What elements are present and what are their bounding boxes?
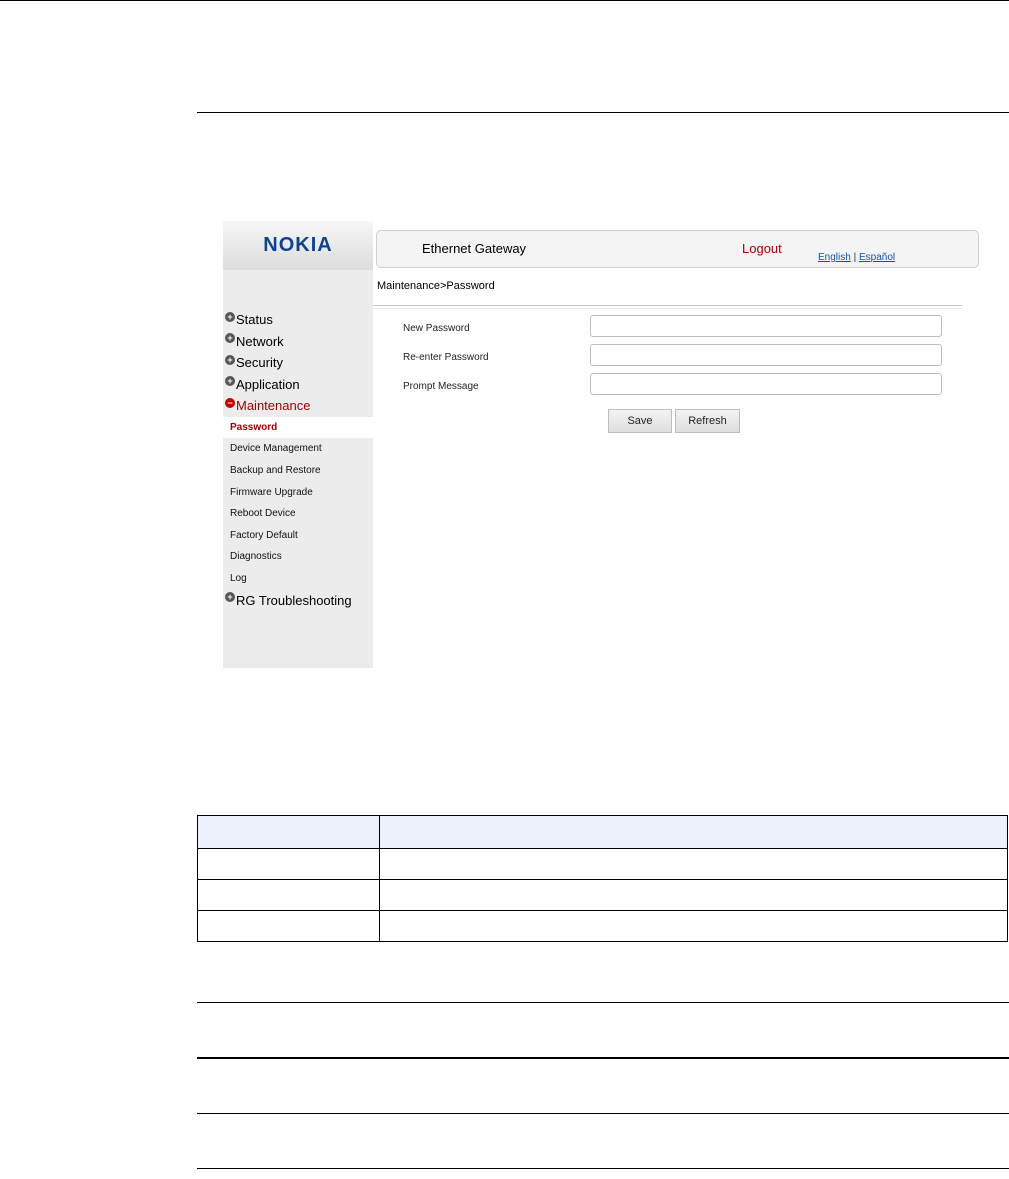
expand-icon: + [225,376,235,387]
table-row [197,910,1008,942]
sidebar-item-rg-troubleshooting[interactable]: + RG Troubleshooting [223,589,373,611]
logout-link[interactable]: Logout [742,241,782,256]
sidebar-nav: + Status + Network + Security + Applicat… [223,309,373,611]
sidebar-item-label: Application [236,376,300,392]
nokia-logo: NOKIA [263,234,333,256]
language-switcher: English | Español [818,252,895,263]
breadcrumb-divider [373,305,962,309]
reenter-password-label: Re-enter Password [403,352,489,363]
table-cell [197,879,380,911]
sidebar-subitem-backup-restore[interactable]: Backup and Restore [223,460,373,482]
save-button[interactable]: Save [608,409,672,433]
header-bar: Ethernet Gateway Logout English | Españo… [376,230,979,268]
reenter-password-field[interactable] [590,344,942,366]
refresh-button[interactable]: Refresh [675,409,740,433]
table-header-row [197,815,1008,849]
sidebar-item-status[interactable]: + Status [223,309,373,331]
table-row [197,879,1008,911]
table-header-cell [197,815,380,849]
document-table [197,815,1008,942]
prompt-message-label: Prompt Message [403,381,479,392]
table-cell [379,910,1008,942]
sidebar-item-network[interactable]: + Network [223,331,373,353]
sidebar-item-maintenance[interactable]: − Maintenance [223,395,373,417]
table-header-cell [379,815,1008,849]
section-rule [197,1002,1009,1003]
language-separator: | [853,252,857,263]
sidebar: NOKIA + Status + Network + Security + Ap… [223,221,373,668]
sidebar-item-label: Network [236,333,284,349]
expand-icon: + [225,333,235,344]
table-row [197,848,1008,880]
table-cell [197,910,380,942]
sidebar-item-label: Maintenance [236,398,311,414]
app-title: Ethernet Gateway [422,241,527,256]
sidebar-item-label: RG Troubleshooting [236,592,352,608]
expand-icon: + [225,354,235,365]
sidebar-subitem-reboot-device[interactable]: Reboot Device [223,503,373,525]
collapse-icon: − [225,397,235,408]
section-rule [197,112,1009,113]
table-cell [379,848,1008,880]
sidebar-subitem-firmware-upgrade[interactable]: Firmware Upgrade [223,481,373,503]
sidebar-subitem-log[interactable]: Log [223,568,373,590]
section-rule [197,1057,1009,1059]
sidebar-subitem-device-management[interactable]: Device Management [223,438,373,460]
sidebar-item-label: Security [236,355,283,371]
sidebar-item-application[interactable]: + Application [223,374,373,396]
page-top-rule [0,0,1009,1]
section-rule [197,1113,1009,1114]
new-password-label: New Password [403,323,470,334]
sidebar-item-label: Status [236,312,273,328]
gateway-screenshot: NOKIA + Status + Network + Security + Ap… [223,221,983,668]
new-password-field[interactable] [590,315,942,337]
prompt-message-field[interactable] [590,373,942,395]
language-spanish-link[interactable]: Español [859,252,895,263]
expand-icon: + [225,592,235,602]
table-cell [197,848,380,880]
sidebar-item-security[interactable]: + Security [223,352,373,374]
logo-box: NOKIA [223,221,373,270]
sidebar-subitem-diagnostics[interactable]: Diagnostics [223,546,373,568]
language-english-link[interactable]: English [818,252,851,263]
section-rule [197,1168,1009,1169]
sidebar-subitem-factory-default[interactable]: Factory Default [223,524,373,546]
breadcrumb: Maintenance>Password [377,280,495,292]
expand-icon: + [225,311,235,322]
sidebar-subitem-password[interactable]: Password [223,416,373,439]
table-cell [379,879,1008,911]
